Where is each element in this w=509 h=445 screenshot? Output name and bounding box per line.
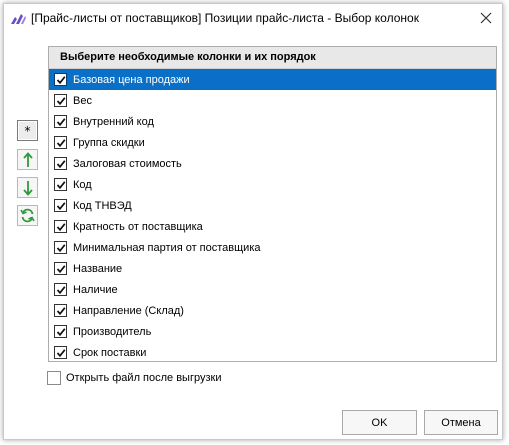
list-item-label: Залоговая стоимость — [73, 157, 182, 170]
list-item[interactable]: Наличие — [49, 279, 496, 300]
item-checkbox[interactable] — [54, 346, 67, 359]
list-item-label: Код ТНВЭД — [73, 199, 132, 212]
list-item-label: Направление (Склад) — [73, 304, 184, 317]
open-file-label: Открыть файл после выгрузки — [66, 372, 222, 384]
refresh-icon — [20, 208, 35, 223]
item-checkbox[interactable] — [54, 178, 67, 191]
arrow-up-icon — [22, 151, 33, 167]
ok-button[interactable]: OK — [342, 410, 417, 435]
list-item[interactable]: Вес — [49, 90, 496, 111]
item-checkbox[interactable] — [54, 262, 67, 275]
checkmark-icon — [56, 96, 65, 105]
window-title: [Прайс-листы от поставщиков] Позиции пра… — [31, 11, 419, 25]
list-item[interactable]: Залоговая стоимость — [49, 153, 496, 174]
list-item[interactable]: Минимальная партия от поставщика — [49, 237, 496, 258]
columns-list[interactable]: Выберите необходимые колонки и их порядо… — [48, 46, 497, 362]
list-item-label: Название — [73, 262, 123, 275]
checkmark-icon — [56, 180, 65, 189]
list-item[interactable]: Внутренний код — [49, 111, 496, 132]
close-button[interactable] — [474, 8, 498, 28]
app-logo-icon — [10, 11, 26, 25]
open-file-checkbox[interactable] — [47, 371, 61, 385]
list-item-label: Группа скидки — [73, 136, 145, 149]
dialog-window: [Прайс-листы от поставщиков] Позиции пра… — [3, 3, 503, 440]
reset-order-button[interactable] — [17, 205, 38, 226]
list-item[interactable]: Кратность от поставщика — [49, 216, 496, 237]
close-icon — [480, 12, 492, 24]
list-item[interactable]: Направление (Склад) — [49, 300, 496, 321]
open-file-checkbox-row[interactable]: Открыть файл после выгрузки — [47, 371, 221, 385]
item-checkbox[interactable] — [54, 73, 67, 86]
title-bar: [Прайс-листы от поставщиков] Позиции пра… — [4, 4, 502, 32]
cancel-button[interactable]: Отмена — [424, 410, 498, 435]
list-item-label: Код — [73, 178, 92, 191]
list-item[interactable]: Срок поставки — [49, 342, 496, 361]
item-checkbox[interactable] — [54, 157, 67, 170]
list-item-label: Кратность от поставщика — [73, 220, 203, 233]
select-all-button[interactable]: * — [17, 120, 38, 141]
list-item[interactable]: Код ТНВЭД — [49, 195, 496, 216]
item-checkbox[interactable] — [54, 283, 67, 296]
list-item[interactable]: Название — [49, 258, 496, 279]
item-checkbox[interactable] — [54, 241, 67, 254]
item-checkbox[interactable] — [54, 94, 67, 107]
list-item-label: Внутренний код — [73, 115, 154, 128]
list-item-label: Производитель — [73, 325, 152, 338]
checkmark-icon — [56, 138, 65, 147]
move-down-button[interactable] — [17, 177, 38, 198]
checkmark-icon — [56, 159, 65, 168]
checkmark-icon — [56, 348, 65, 357]
item-checkbox[interactable] — [54, 325, 67, 338]
item-checkbox[interactable] — [54, 304, 67, 317]
checkmark-icon — [56, 75, 65, 84]
checkmark-icon — [56, 117, 65, 126]
list-item-label: Наличие — [73, 283, 118, 296]
list-item[interactable]: Производитель — [49, 321, 496, 342]
list-item[interactable]: Группа скидки — [49, 132, 496, 153]
item-checkbox[interactable] — [54, 115, 67, 128]
checkmark-icon — [56, 306, 65, 315]
item-checkbox[interactable] — [54, 220, 67, 233]
checkmark-icon — [56, 201, 65, 210]
list-item-label: Вес — [73, 94, 92, 107]
asterisk-icon: * — [24, 123, 31, 138]
checkmark-icon — [56, 222, 65, 231]
checkmark-icon — [56, 264, 65, 273]
list-item-label: Минимальная партия от поставщика — [73, 241, 261, 254]
checkmark-icon — [56, 243, 65, 252]
list-item[interactable]: Базовая цена продажи — [49, 69, 496, 90]
list-body: Базовая цена продажи Вес Внутренний код Гру… — [49, 69, 496, 361]
arrow-down-icon — [22, 180, 33, 196]
list-item-label: Базовая цена продажи — [73, 73, 190, 86]
item-checkbox[interactable] — [54, 199, 67, 212]
move-up-button[interactable] — [17, 149, 38, 170]
checkmark-icon — [56, 285, 65, 294]
item-checkbox[interactable] — [54, 136, 67, 149]
checkmark-icon — [56, 327, 65, 336]
list-item-label: Срок поставки — [73, 346, 147, 359]
list-header: Выберите необходимые колонки и их порядо… — [49, 47, 496, 69]
list-item[interactable]: Код — [49, 174, 496, 195]
